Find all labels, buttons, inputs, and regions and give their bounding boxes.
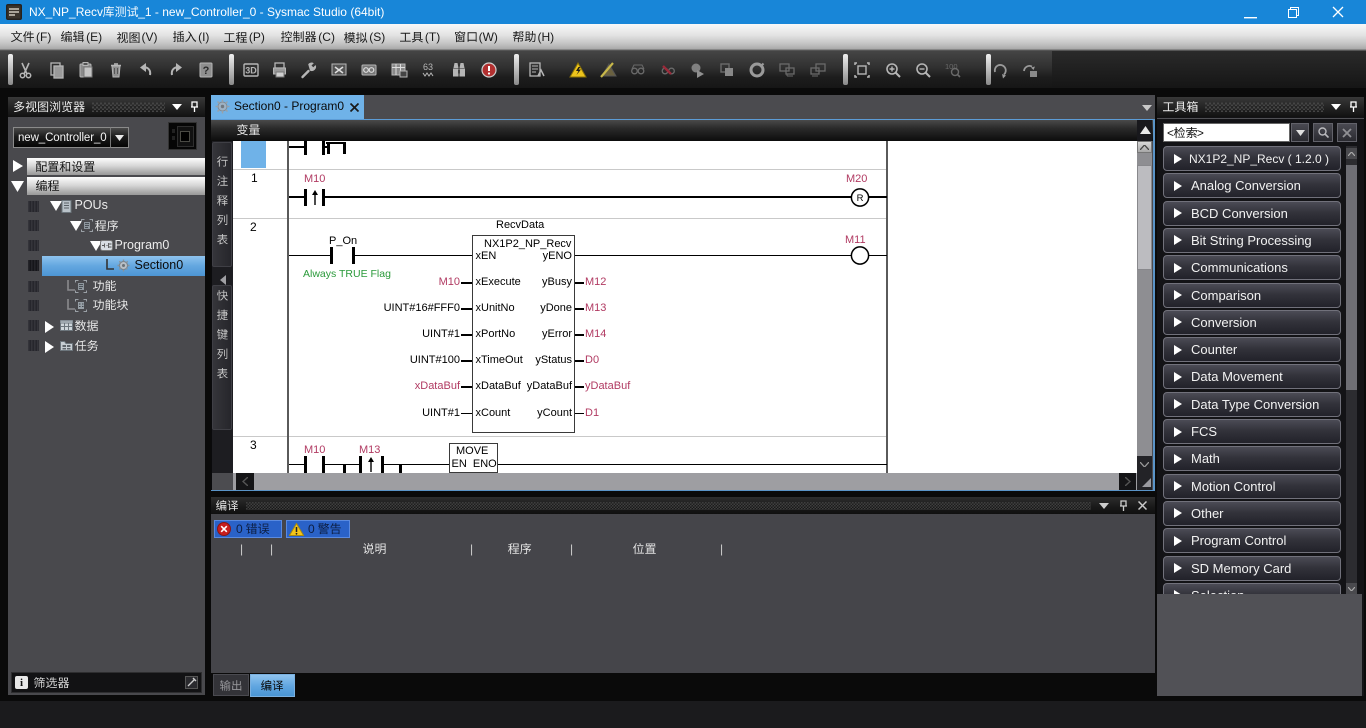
svg-text:63: 63: [423, 62, 433, 72]
svg-text:3D: 3D: [245, 66, 257, 76]
svg-text:?: ?: [203, 65, 210, 77]
svg-text:R: R: [857, 193, 864, 204]
svg-text:100: 100: [945, 62, 958, 71]
